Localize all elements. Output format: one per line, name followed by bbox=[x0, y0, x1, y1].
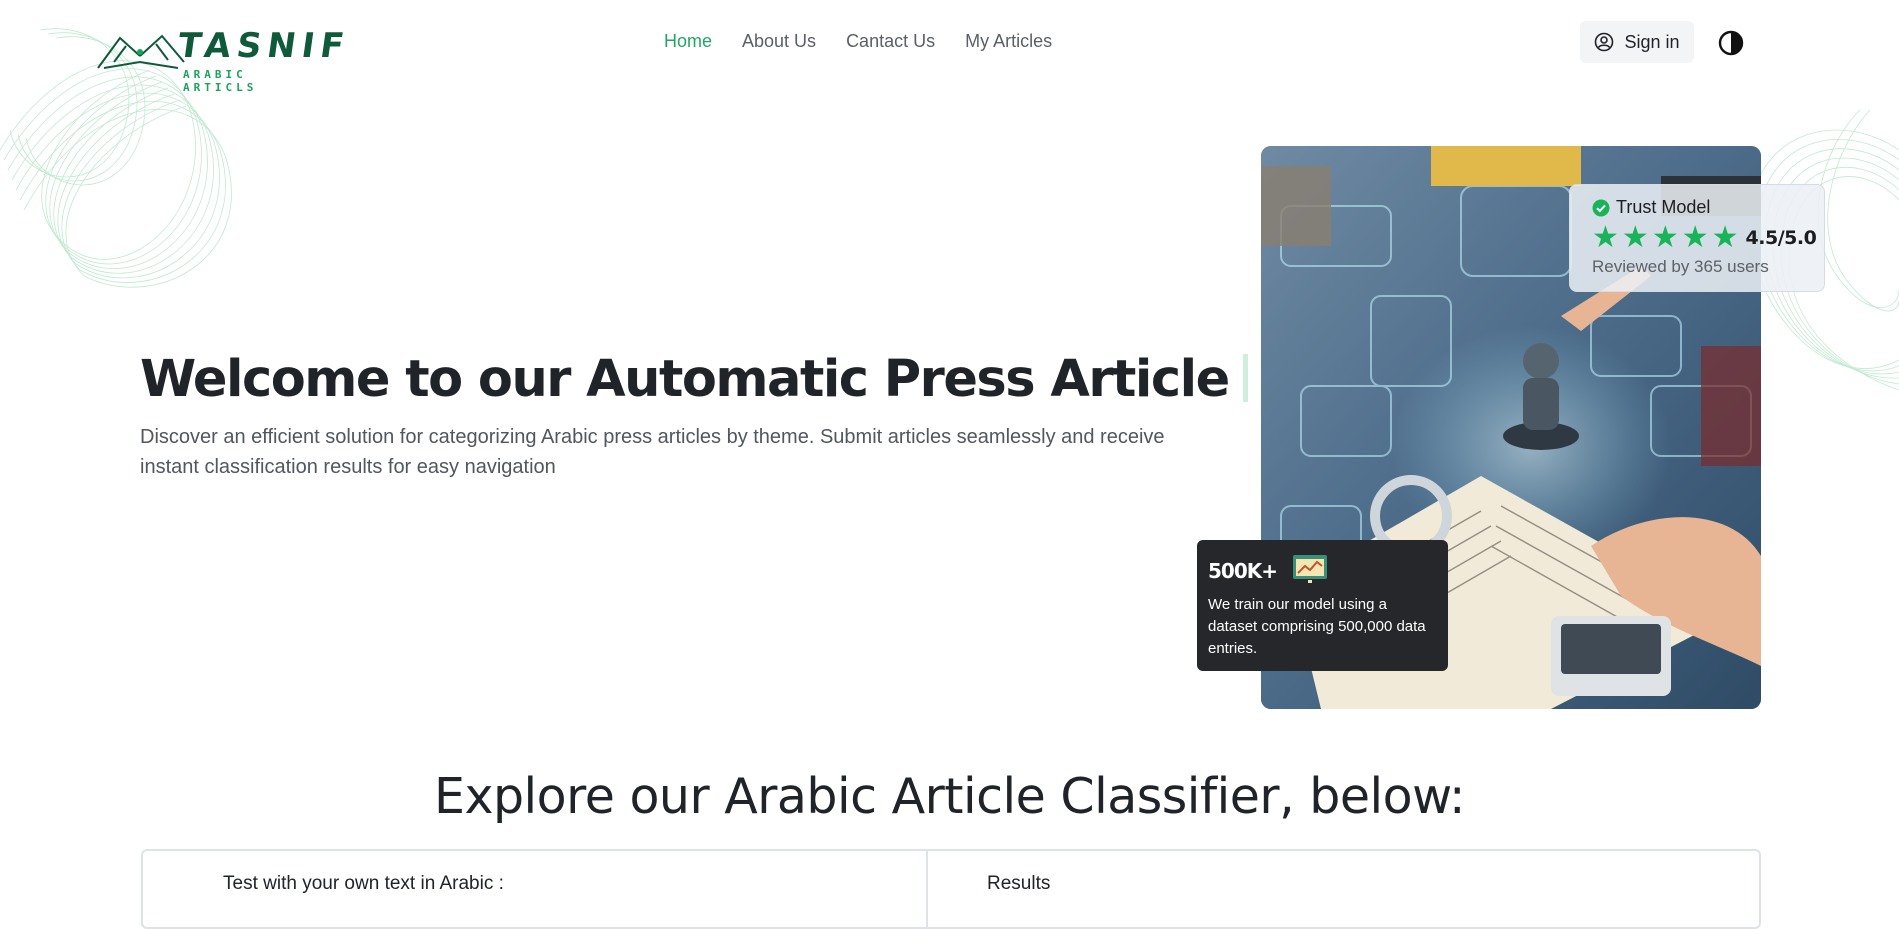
star-icon: ★ bbox=[1651, 221, 1679, 254]
nav-home[interactable]: Home bbox=[664, 31, 712, 52]
verified-check-icon bbox=[1592, 199, 1610, 216]
star-icon: ★ bbox=[1681, 221, 1709, 254]
trust-model-card: Trust Model ★ ★ ★ ★ ★ 4.5/5.0 Reviewed b… bbox=[1569, 184, 1825, 292]
logo-tagline: ARABIC ARTICLS bbox=[183, 68, 258, 94]
open-book-icon bbox=[97, 34, 185, 69]
classifier-panel: Test with your own text in Arabic : Resu… bbox=[141, 849, 1761, 929]
classifier-heading: Explore our Arabic Article Classifier, b… bbox=[434, 768, 1465, 825]
rating-value: 4.5/5.0 bbox=[1745, 227, 1817, 249]
hero-title: Welcome to our Automatic Press Article bbox=[140, 350, 1248, 409]
results-column-label: Results bbox=[987, 873, 1051, 894]
typing-cursor bbox=[1242, 354, 1248, 402]
stat-value: 500K+ bbox=[1208, 559, 1278, 583]
stat-description: We train our model using a dataset compr… bbox=[1208, 596, 1426, 657]
nav-my-articles[interactable]: My Articles bbox=[965, 31, 1052, 52]
sign-in-button[interactable]: Sign in bbox=[1580, 21, 1694, 63]
hero-title-text: Welcome to our Automatic Press Article bbox=[140, 350, 1230, 409]
trust-title: Trust Model bbox=[1616, 197, 1711, 217]
input-column-label: Test with your own text in Arabic : bbox=[223, 873, 504, 894]
review-count: Reviewed by 365 users bbox=[1592, 257, 1769, 276]
dataset-stat-card: 500K+ We train our model using a dataset… bbox=[1197, 540, 1448, 671]
star-icon: ★ bbox=[1621, 221, 1649, 254]
sign-in-label: Sign in bbox=[1624, 31, 1680, 52]
star-icon: ★ bbox=[1711, 221, 1739, 254]
rating-stars: ★ ★ ★ ★ ★ 4.5/5.0 bbox=[1592, 221, 1817, 254]
logo-wordmark: TASNIF bbox=[175, 26, 353, 66]
main-nav: Home About Us Cantact Us My Articles bbox=[664, 31, 1052, 52]
hero-subtitle: Discover an efficient solution for categ… bbox=[140, 426, 1165, 478]
logo[interactable]: TASNIF ARABIC ARTICLS bbox=[96, 26, 352, 94]
user-circle-icon bbox=[1595, 32, 1614, 52]
column-divider bbox=[926, 851, 928, 927]
nav-about-us[interactable]: About Us bbox=[742, 31, 816, 52]
nav-contact-us[interactable]: Cantact Us bbox=[846, 31, 935, 52]
chart-monitor-icon bbox=[1293, 555, 1327, 583]
star-icon: ★ bbox=[1592, 221, 1619, 254]
theme-toggle-icon[interactable] bbox=[1718, 30, 1744, 56]
